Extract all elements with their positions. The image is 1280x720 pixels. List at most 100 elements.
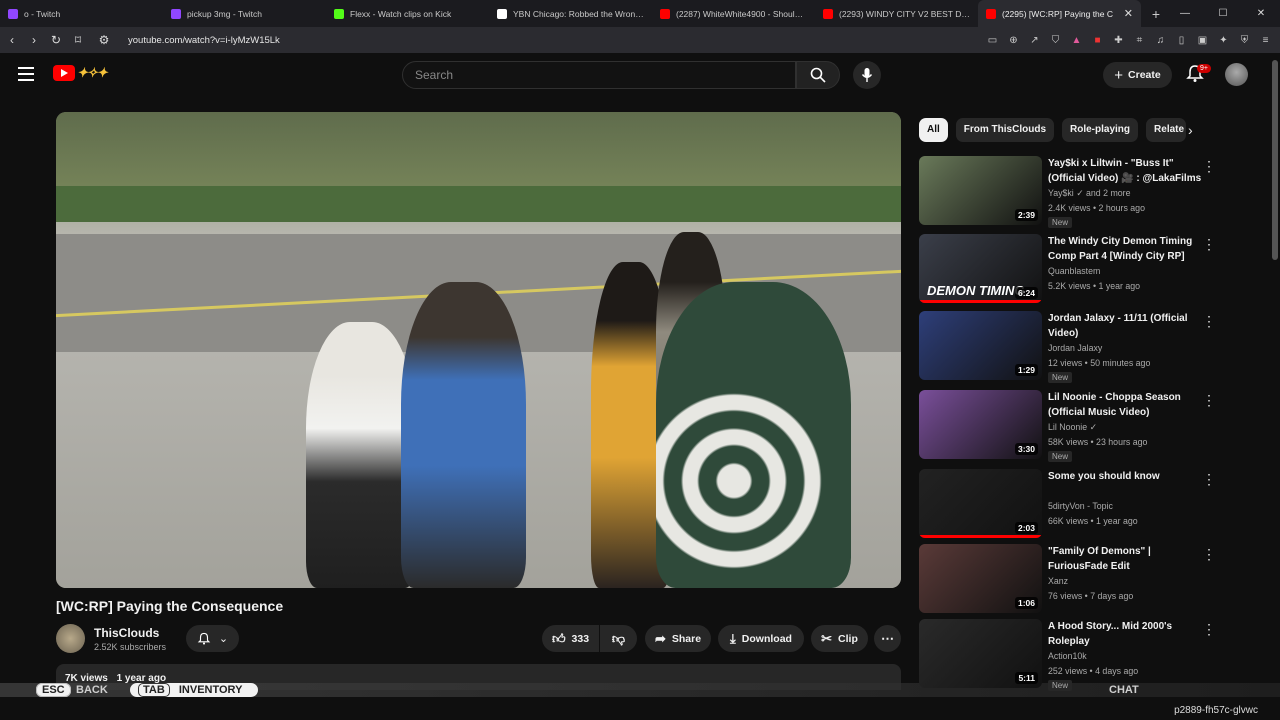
music-icon[interactable]: ♫ — [1154, 34, 1167, 47]
recommended-channel-name[interactable]: Yay$ki ✓ and 2 more — [1048, 188, 1131, 199]
forward-icon[interactable]: › — [24, 33, 44, 47]
subscription-bell-button[interactable]: ⌄ — [186, 625, 239, 652]
new-badge: New — [1048, 217, 1073, 228]
browser-tab-active[interactable]: (2295) [WC:RP] Paying the C ✕ — [978, 0, 1141, 27]
page-scrollbar[interactable] — [1272, 60, 1278, 260]
recommended-video-title[interactable]: Some you should know — [1048, 470, 1203, 485]
chip-role-playing[interactable]: Role-playing — [1062, 118, 1139, 142]
like-button[interactable]: 👍︎ 333 — [542, 625, 599, 652]
download-button[interactable]: ⤓ Download — [718, 625, 804, 652]
recommended-video-title[interactable]: Yay$ki x Liltwin - "Buss It" (Official V… — [1048, 157, 1203, 186]
leo-icon[interactable]: ✦ — [1217, 34, 1230, 47]
bookmark-icon[interactable]: ⌑ — [68, 33, 88, 47]
reload-icon[interactable]: ↻ — [46, 33, 66, 47]
search-button[interactable] — [796, 61, 840, 89]
youtube-header: ✦✧✦ Search + Create — [0, 53, 1280, 97]
recommended-video-title[interactable]: Lil Noonie - Choppa Season (Official Mus… — [1048, 391, 1203, 420]
more-vertical-icon[interactable]: ⋮ — [1202, 158, 1216, 175]
recommended-video-meta: 2.4K views • 2 hours ago — [1048, 203, 1145, 213]
menu-icon[interactable]: ≡ — [1259, 34, 1272, 47]
more-vertical-icon[interactable]: ⋮ — [1202, 471, 1216, 488]
video-thumbnail[interactable]: 5:11 — [919, 619, 1042, 688]
tiktok-icon — [497, 8, 507, 19]
channel-avatar[interactable] — [56, 624, 85, 653]
cast-icon[interactable]: ▭ — [986, 34, 999, 47]
back-icon[interactable]: ‹ — [2, 33, 22, 47]
browser-tab[interactable]: (2293) WINDY CITY V2 BEST DEM — [815, 0, 978, 27]
triangle-icon[interactable]: ▲ — [1070, 34, 1083, 47]
extension-icon[interactable]: ■ — [1091, 34, 1104, 47]
video-frame-figure — [401, 282, 526, 588]
recommended-video-title[interactable]: The Windy City Demon Timing Comp Part 4 … — [1048, 235, 1203, 264]
video-player[interactable] — [56, 112, 901, 588]
recommended-video-title[interactable]: "Family Of Demons" | FuriousFade Edit — [1048, 545, 1203, 574]
maximize-icon[interactable]: ☐ — [1204, 0, 1242, 27]
close-tab-icon[interactable]: ✕ — [1124, 7, 1133, 20]
sidebar-icon[interactable]: ▯ — [1175, 34, 1188, 47]
share-button[interactable]: ➦ Share — [645, 625, 711, 652]
chip-related[interactable]: Relate — [1146, 118, 1187, 142]
recommended-channel-name[interactable]: Lil Noonie ✓ — [1048, 422, 1097, 433]
chip-from-channel[interactable]: From ThisClouds — [955, 118, 1055, 142]
more-vertical-icon[interactable]: ⋮ — [1202, 546, 1216, 563]
recommended-video[interactable]: DEMON TIMING 6:24 The Windy City Demon Tim… — [919, 234, 1269, 306]
clip-button[interactable]: ✂ Clip — [811, 625, 868, 652]
wallet-icon[interactable]: ▣ — [1196, 34, 1209, 47]
more-actions-button[interactable]: ⋯ — [874, 625, 901, 652]
recommended-channel-name[interactable]: Xanz — [1048, 576, 1068, 586]
address-bar: ‹ › ↻ ⌑ ⚙ youtube.com/watch?v=i-lyMzW15L… — [0, 27, 1280, 53]
recommended-channel-name[interactable]: 5dirtyVon - Topic — [1048, 501, 1113, 511]
video-thumbnail[interactable]: 1:06 — [919, 544, 1042, 613]
shield-icon[interactable]: ⛉ — [1049, 34, 1062, 47]
recommended-video-title[interactable]: Jordan Jalaxy - 11/11 (Official Video) — [1048, 312, 1203, 341]
youtube-logo[interactable]: ✦✧✦ — [53, 65, 108, 81]
more-vertical-icon[interactable]: ⋮ — [1202, 313, 1216, 330]
create-button[interactable]: + Create — [1103, 62, 1172, 88]
video-thumbnail[interactable]: 2:03 — [919, 469, 1042, 538]
dislike-button[interactable]: 👎︎ — [600, 625, 637, 652]
video-thumbnail[interactable]: 2:39 — [919, 156, 1042, 225]
share-icon[interactable]: ↗ — [1028, 34, 1041, 47]
more-vertical-icon[interactable]: ⋮ — [1202, 236, 1216, 253]
recommended-channel-name[interactable]: Jordan Jalaxy — [1048, 343, 1102, 353]
video-thumbnail[interactable]: 1:29 — [919, 311, 1042, 380]
video-thumbnail[interactable]: DEMON TIMING 6:24 — [919, 234, 1042, 303]
chip-all[interactable]: All — [919, 118, 948, 142]
recommended-video-title[interactable]: A Hood Story... Mid 2000's Roleplay — [1048, 620, 1203, 649]
recommended-channel-name[interactable]: Action10k — [1048, 651, 1087, 661]
recommended-video[interactable]: 3:30 Lil Noonie - Choppa Season (Official… — [919, 390, 1269, 462]
video-duration: 2:39 — [1014, 209, 1038, 221]
url-field[interactable]: youtube.com/watch?v=i-lyMzW15Lk — [128, 35, 280, 46]
related-filter-chips: All From ThisClouds Role-playing Relate — [919, 118, 1187, 142]
channel-name[interactable]: ThisClouds — [94, 626, 159, 640]
recommended-video[interactable]: 1:06 "Family Of Demons" | FuriousFade Edi… — [919, 544, 1269, 616]
recommended-video[interactable]: 2:39 Yay$ki x Liltwin - "Buss It" (Offici… — [919, 156, 1269, 228]
search-input[interactable]: Search — [402, 61, 796, 89]
browser-tab[interactable]: pickup 3mg - Twitch — [163, 0, 326, 27]
hamburger-menu-icon[interactable] — [18, 67, 34, 81]
more-vertical-icon[interactable]: ⋮ — [1202, 392, 1216, 409]
browser-tab[interactable]: YBN Chicago: Robbed the Wrong Ta — [489, 0, 652, 27]
browser-tab[interactable]: (2287) WhiteWhite4900 - Shoulda Sc — [652, 0, 815, 27]
recommended-video[interactable]: 2:03 Some you should know 5dirtyVon - Topi… — [919, 469, 1269, 541]
screenshot-icon[interactable]: ⌗ — [1133, 34, 1146, 47]
close-window-icon[interactable]: ✕ — [1242, 0, 1280, 27]
browser-tab[interactable]: o - Twitch — [0, 0, 163, 27]
recommended-video[interactable]: 5:11 A Hood Story... Mid 2000's Roleplay A… — [919, 619, 1269, 691]
more-vertical-icon[interactable]: ⋮ — [1202, 621, 1216, 638]
recommended-video[interactable]: 1:29 Jordan Jalaxy - 11/11 (Official Vide… — [919, 311, 1269, 383]
browser-tab[interactable]: Flexx - Watch clips on Kick — [326, 0, 489, 27]
search-icon — [810, 67, 826, 83]
chevron-right-icon[interactable]: › — [1188, 122, 1193, 138]
voice-search-button[interactable] — [853, 61, 881, 89]
zoom-icon[interactable]: ⊕ — [1007, 34, 1020, 47]
watch-progress-bar — [919, 300, 1042, 303]
account-avatar[interactable] — [1225, 63, 1248, 86]
site-info-icon[interactable]: ⚙ — [94, 33, 114, 47]
video-thumbnail[interactable]: 3:30 — [919, 390, 1042, 459]
subscriber-count: 2.52K subscribers — [94, 642, 167, 652]
puzzle-icon[interactable]: ✚ — [1112, 34, 1125, 47]
vpn-icon[interactable]: ⛨ — [1238, 34, 1251, 47]
minimize-icon[interactable]: — — [1166, 0, 1204, 27]
recommended-channel-name[interactable]: Quanblastem — [1048, 266, 1100, 276]
